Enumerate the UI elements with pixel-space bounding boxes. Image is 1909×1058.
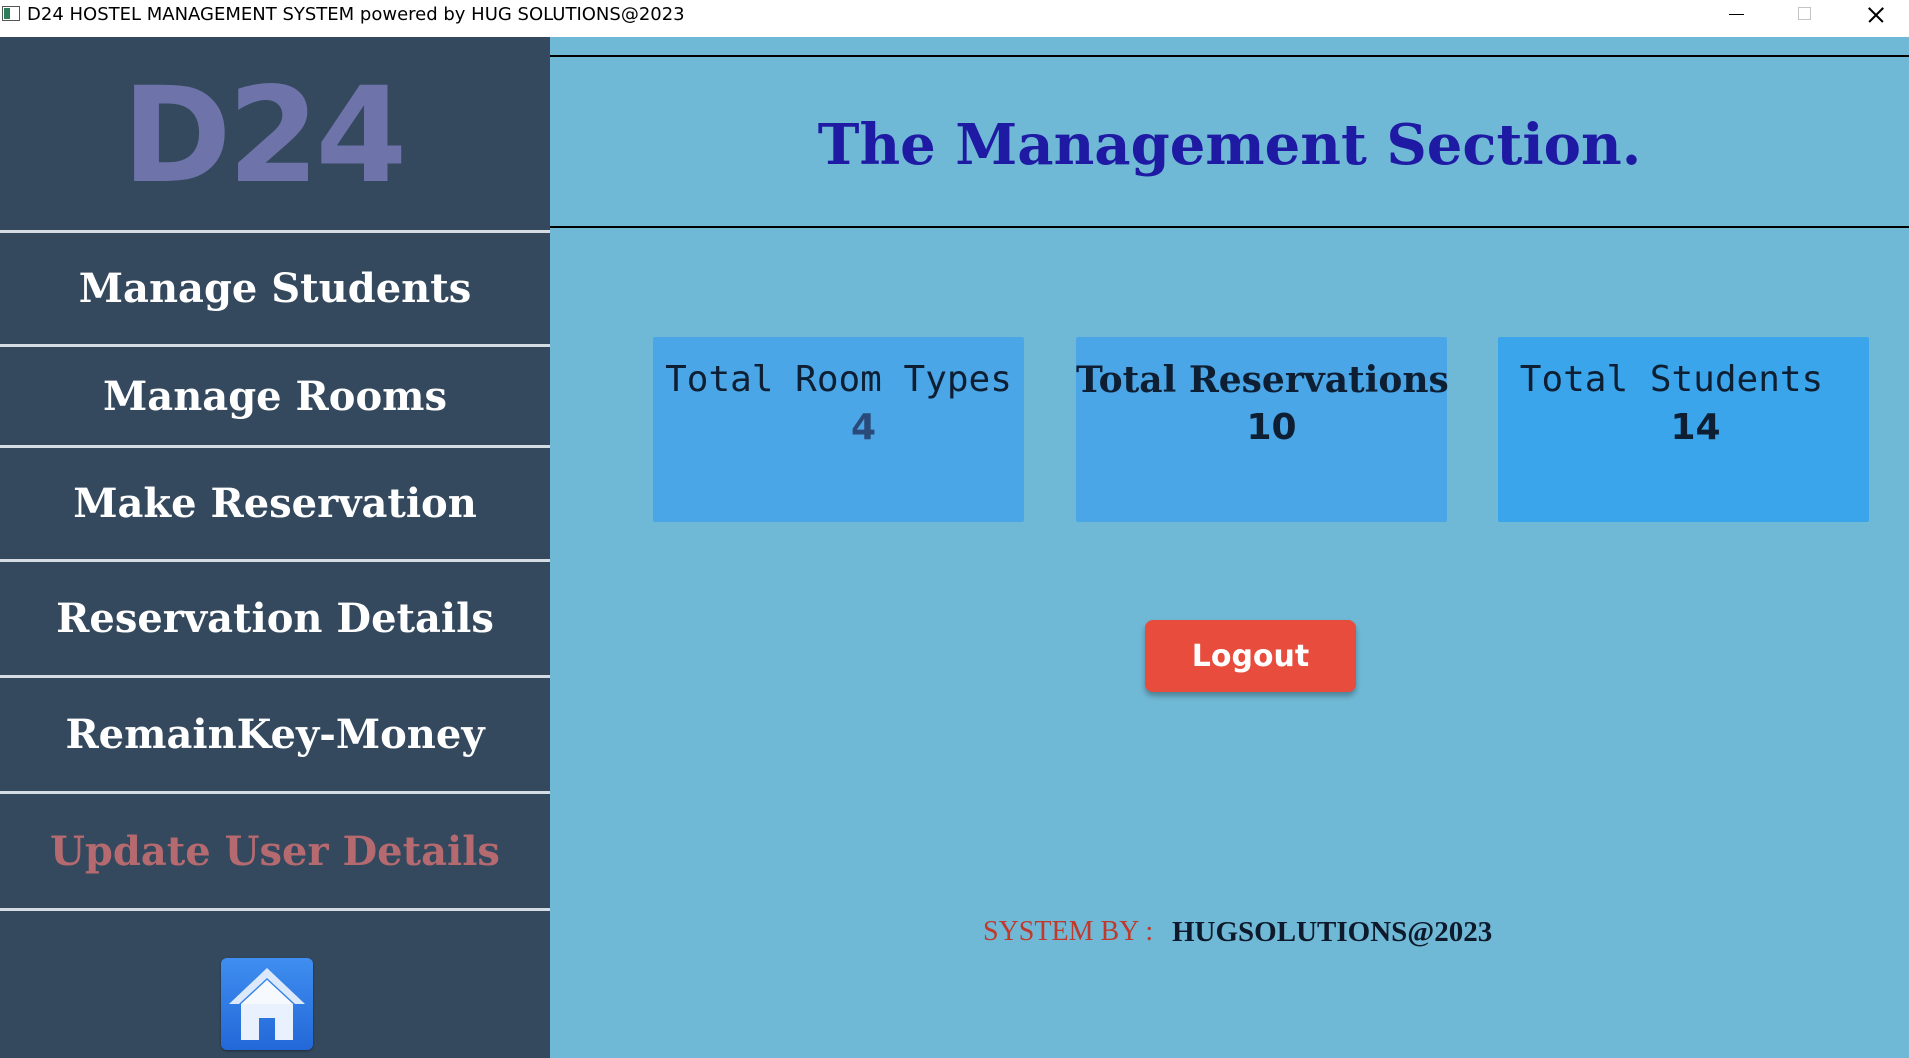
sidebar-item-make-reservation[interactable]: Make Reservation xyxy=(0,448,550,559)
stat-value: 4 xyxy=(850,407,877,448)
window-title: D24 HOSTEL MANAGEMENT SYSTEM powered by … xyxy=(27,4,685,25)
stat-card-reservations: Total Reservations 10 xyxy=(1076,337,1449,522)
maximize-icon[interactable] xyxy=(1770,0,1840,30)
minimize-icon[interactable] xyxy=(1701,0,1771,30)
header-top-line xyxy=(550,55,1909,57)
stat-card-students: Total Students 14 xyxy=(1498,337,1869,522)
main-panel: The Management Section. Total Room Types… xyxy=(550,37,1909,1058)
stat-card-room-types: Total Room Types 4 xyxy=(653,337,1024,522)
header-bottom-line xyxy=(550,226,1909,228)
app-logo: D24 xyxy=(122,59,407,213)
title-bar: D24 HOSTEL MANAGEMENT SYSTEM powered by … xyxy=(0,0,1909,37)
sidebar-item-update-user-details[interactable]: Update User Details xyxy=(0,794,550,908)
sidebar-item-reservation-details[interactable]: Reservation Details xyxy=(0,562,550,675)
sidebar-item-manage-students[interactable]: Manage Students xyxy=(0,233,550,344)
logout-button[interactable]: Logout xyxy=(1145,620,1356,692)
sidebar-item-manage-rooms[interactable]: Manage Rooms xyxy=(0,347,550,445)
sidebar-item-remain-key-money[interactable]: RemainKey-Money xyxy=(0,678,550,791)
sidebar: D24 Manage Students Manage Rooms Make Re… xyxy=(0,37,550,1058)
stat-value: 14 xyxy=(1670,407,1721,448)
divider xyxy=(0,908,550,911)
stat-label: Total Reservations xyxy=(1076,359,1449,401)
stat-value: 10 xyxy=(1246,407,1297,448)
home-icon xyxy=(229,968,305,1040)
footer-company: HUGSOLUTIONS@2023 xyxy=(1172,916,1493,948)
home-button[interactable] xyxy=(221,958,313,1050)
stat-label: Total Room Types xyxy=(665,359,1012,400)
stat-label: Total Students xyxy=(1519,359,1824,400)
close-icon[interactable] xyxy=(1839,0,1909,30)
page-title: The Management Section. xyxy=(817,112,1642,178)
app-icon xyxy=(2,6,20,21)
footer-label: SYSTEM BY : xyxy=(983,916,1154,947)
